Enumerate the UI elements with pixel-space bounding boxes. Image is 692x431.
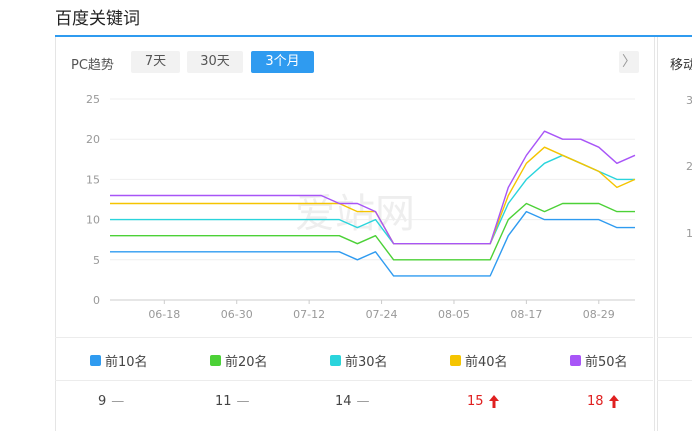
mobile-y-tick: 3 (686, 94, 692, 107)
legend-label: 前20名 (225, 355, 268, 370)
ranking-trend-chart: 爱站网 0 5 10 15 20 25 06-18 06-30 07-12 07-24 08-05 0… (86, 93, 636, 321)
y-tick-label: 15 (86, 173, 100, 186)
x-tick-label: 07-24 (366, 308, 398, 321)
legend-swatch (330, 355, 341, 366)
legend-swatch (570, 355, 581, 366)
value-top50: 18 (587, 394, 619, 409)
up-arrow-icon (488, 395, 499, 408)
legend-label: 前50名 (585, 355, 628, 370)
x-tick-label: 08-17 (510, 308, 542, 321)
flat-trend-icon: — (111, 394, 125, 409)
legend-swatch (210, 355, 221, 366)
x-tick-label: 06-18 (148, 308, 180, 321)
legend-item-top30[interactable]: 前30名 (330, 351, 388, 370)
section-title: 百度关键词 (55, 9, 140, 29)
flat-trend-icon: — (356, 394, 370, 409)
mobile-y-tick: 1 (686, 227, 692, 240)
value-number: 11 (215, 394, 232, 409)
watermark: 爱站网 (295, 191, 415, 237)
x-tick-label: 06-30 (221, 308, 253, 321)
legend-item-top40[interactable]: 前40名 (450, 351, 508, 370)
value-number: 14 (335, 394, 352, 409)
x-tick-label: 07-12 (293, 308, 325, 321)
y-tick-label: 0 (93, 294, 100, 307)
legend-label: 前40名 (465, 355, 508, 370)
value-number: 18 (587, 394, 604, 409)
legend-label: 前30名 (345, 355, 388, 370)
y-tick-label: 10 (86, 214, 100, 227)
legend-item-top50[interactable]: 前50名 (570, 351, 628, 370)
legend-item-top20[interactable]: 前20名 (210, 351, 268, 370)
mobile-y-tick: 2 (686, 160, 692, 173)
legend-item-top10[interactable]: 前10名 (90, 351, 148, 370)
legend-swatch (450, 355, 461, 366)
value-top40: 15 (467, 394, 499, 409)
legend-swatch (90, 355, 101, 366)
flat-trend-icon: — (236, 394, 250, 409)
value-top10: 9 — (98, 394, 124, 409)
legend-label: 前10名 (105, 355, 148, 370)
y-tick-label: 5 (93, 254, 100, 267)
value-number: 9 (98, 394, 107, 409)
mobile-legend-row (657, 337, 692, 381)
y-tick-label: 20 (86, 133, 100, 146)
value-number: 15 (467, 394, 484, 409)
value-top30: 14 — (335, 394, 370, 409)
up-arrow-icon (608, 395, 619, 408)
y-tick-label: 25 (86, 93, 100, 106)
x-tick-label: 08-05 (438, 308, 470, 321)
current-values-row: 9 — 11 — 14 — 15 18 (55, 380, 653, 420)
chart-legend: 前10名 前20名 前30名 前40名 前50名 (55, 337, 653, 381)
mobile-trend-label: 移动 (670, 58, 692, 73)
value-top20: 11 — (215, 394, 250, 409)
x-tick-label: 08-29 (583, 308, 615, 321)
